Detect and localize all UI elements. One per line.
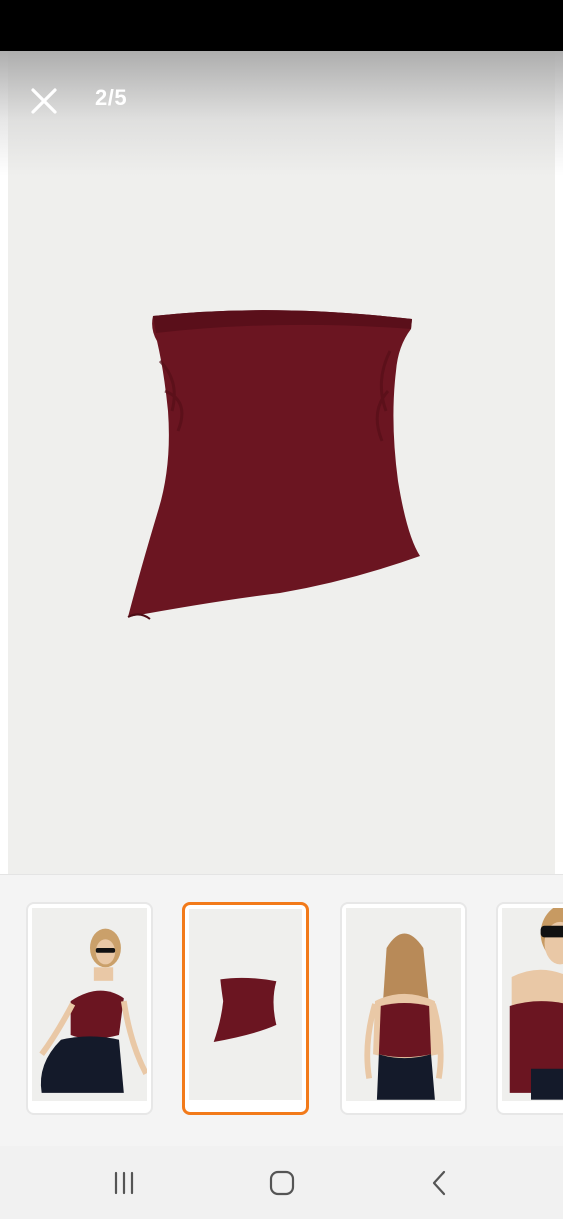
- thumbnail-3[interactable]: [340, 902, 467, 1115]
- thumbnail-strip[interactable]: [0, 874, 563, 1147]
- model-back-image: [364, 933, 444, 1100]
- navigation-bar: [0, 1146, 563, 1219]
- product-image[interactable]: [120, 301, 430, 631]
- model-closeup-image: [509, 908, 563, 1100]
- image-viewer[interactable]: 2/5: [0, 51, 563, 874]
- thumbnail-4[interactable]: [496, 902, 563, 1115]
- top-overlay: [0, 51, 563, 176]
- close-button[interactable]: [24, 81, 64, 121]
- thumbnail-1[interactable]: [26, 902, 153, 1115]
- recent-apps-button[interactable]: [104, 1166, 144, 1200]
- back-button[interactable]: [420, 1166, 460, 1200]
- image-counter: 2/5: [95, 85, 128, 110]
- back-icon: [432, 1170, 446, 1196]
- close-icon: [31, 88, 57, 114]
- model-front-image: [39, 928, 147, 1093]
- home-icon: [269, 1170, 295, 1196]
- status-bar: [0, 0, 563, 51]
- thumbnail-2[interactable]: [182, 902, 309, 1115]
- product-flat-image: [213, 977, 277, 1043]
- home-button[interactable]: [262, 1166, 302, 1200]
- recent-apps-icon: [114, 1171, 134, 1195]
